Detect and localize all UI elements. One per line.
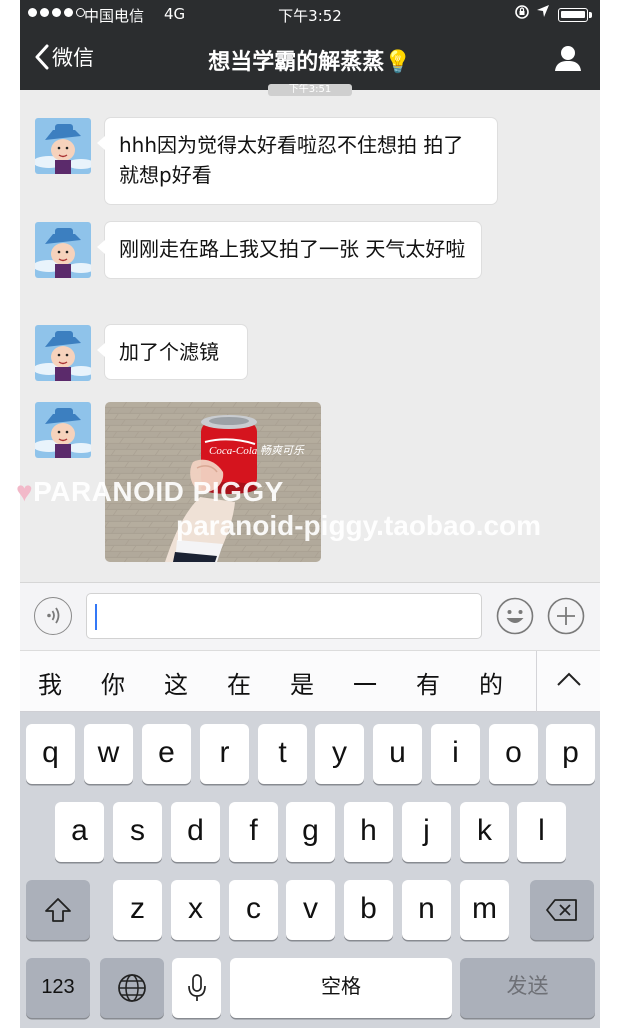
battery-icon <box>558 8 592 22</box>
message-input-bar <box>20 582 600 650</box>
key-t[interactable]: t <box>258 724 307 784</box>
cartoon-avatar-image <box>35 222 91 278</box>
text-cursor <box>95 604 97 630</box>
keyboard: q w e r t y u i o p a s d f g h j k l z … <box>20 712 600 1028</box>
lightbulb-icon: 💡 <box>384 50 412 75</box>
key-g[interactable]: g <box>286 802 335 862</box>
key-m[interactable]: m <box>460 880 509 940</box>
space-key[interactable]: 空格 <box>230 958 452 1018</box>
cartoon-avatar-image <box>35 325 91 381</box>
key-v[interactable]: v <box>286 880 335 940</box>
message-text: hhh因为觉得太好看啦忍不住想拍 拍了就想p好看 <box>119 133 464 187</box>
key-b[interactable]: b <box>344 880 393 940</box>
message-text: 加了个滤镜 <box>119 340 219 364</box>
key-e[interactable]: e <box>142 724 191 784</box>
key-a[interactable]: a <box>55 802 104 862</box>
key-d[interactable]: d <box>171 802 220 862</box>
voice-input-button[interactable] <box>34 597 72 635</box>
status-bar: 中国电信 4G 下午3:52 <box>20 0 600 30</box>
delete-key[interactable] <box>530 880 594 940</box>
voice-wave-icon <box>47 607 60 624</box>
chat-title-text: 想当学霸的解蒸蒸 <box>208 50 385 75</box>
rotation-lock-icon <box>514 4 530 24</box>
message-bubble[interactable]: 加了个滤镜 <box>97 325 247 379</box>
globe-icon <box>118 974 146 1002</box>
candidate-word[interactable]: 我 <box>38 665 62 700</box>
candidate-word[interactable]: 的 <box>479 665 503 700</box>
shift-key[interactable] <box>26 880 90 940</box>
message-text: 刚刚走在路上我又拍了一张 天气太好啦 <box>119 237 466 261</box>
key-y[interactable]: y <box>315 724 364 784</box>
key-n[interactable]: n <box>402 880 451 940</box>
microphone-icon <box>187 974 206 1001</box>
smiley-icon <box>496 597 534 635</box>
more-options-button[interactable] <box>547 597 585 635</box>
candidate-word[interactable]: 在 <box>227 665 251 700</box>
key-f[interactable]: f <box>229 802 278 862</box>
key-k[interactable]: k <box>460 802 509 862</box>
key-z[interactable]: z <box>113 880 162 940</box>
chevron-up-icon <box>557 672 581 686</box>
candidate-word[interactable]: 这 <box>164 665 188 700</box>
wechat-chat-screen: 中国电信 4G 下午3:52 微信 想当学霸的解蒸蒸💡 下午3:51 hhh因为… <box>20 0 600 1028</box>
navigation-bar: 微信 想当学霸的解蒸蒸💡 <box>20 30 600 90</box>
expand-candidates-button[interactable] <box>556 671 582 691</box>
dictation-key[interactable] <box>172 958 221 1018</box>
status-time: 下午3:52 <box>278 7 342 25</box>
avatar[interactable] <box>35 402 91 458</box>
key-i[interactable]: i <box>431 724 480 784</box>
key-s[interactable]: s <box>113 802 162 862</box>
plus-icon <box>547 597 585 635</box>
location-arrow-icon <box>536 3 550 23</box>
key-q[interactable]: q <box>26 724 75 784</box>
backspace-icon <box>546 899 577 921</box>
key-u[interactable]: u <box>373 724 422 784</box>
send-key[interactable]: 发送 <box>460 958 595 1018</box>
key-l[interactable]: l <box>517 802 566 862</box>
cartoon-avatar-image <box>35 118 91 174</box>
globe-key[interactable] <box>100 958 164 1018</box>
candidate-divider <box>536 651 537 713</box>
message-timestamp: 下午3:51 <box>268 84 352 96</box>
cartoon-avatar-image <box>35 402 91 458</box>
key-c[interactable]: c <box>229 880 278 940</box>
avatar[interactable] <box>35 222 91 278</box>
candidate-word[interactable]: 是 <box>290 665 314 700</box>
numbers-key[interactable]: 123 <box>26 958 90 1018</box>
person-icon <box>555 46 581 71</box>
ime-candidate-bar: 我 你 这 在 是 一 有 的 <box>20 650 600 713</box>
candidate-word[interactable]: 一 <box>353 665 377 700</box>
avatar[interactable] <box>35 325 91 381</box>
message-text-input[interactable] <box>86 593 482 639</box>
key-r[interactable]: r <box>200 724 249 784</box>
key-w[interactable]: w <box>84 724 133 784</box>
message-bubble[interactable]: 刚刚走在路上我又拍了一张 天气太好啦 <box>97 222 481 278</box>
key-p[interactable]: p <box>546 724 595 784</box>
coke-can-photo: Coca-Cola 畅爽可乐 <box>105 402 321 562</box>
candidate-word[interactable]: 你 <box>101 665 125 700</box>
candidate-word[interactable]: 有 <box>416 665 440 700</box>
emoji-button[interactable] <box>496 597 534 635</box>
image-message[interactable]: Coca-Cola 畅爽可乐 <box>105 402 321 562</box>
can-label: Coca-Cola 畅爽可乐 <box>209 444 305 457</box>
key-x[interactable]: x <box>171 880 220 940</box>
top-bar: 中国电信 4G 下午3:52 微信 想当学霸的解蒸蒸💡 <box>20 0 600 90</box>
chat-info-button[interactable] <box>554 44 582 76</box>
shift-icon <box>45 898 71 922</box>
key-j[interactable]: j <box>402 802 451 862</box>
key-o[interactable]: o <box>489 724 538 784</box>
avatar[interactable] <box>35 118 91 174</box>
chat-title: 想当学霸的解蒸蒸💡 <box>20 44 600 76</box>
message-bubble[interactable]: hhh因为觉得太好看啦忍不住想拍 拍了就想p好看 <box>97 118 497 204</box>
key-h[interactable]: h <box>344 802 393 862</box>
